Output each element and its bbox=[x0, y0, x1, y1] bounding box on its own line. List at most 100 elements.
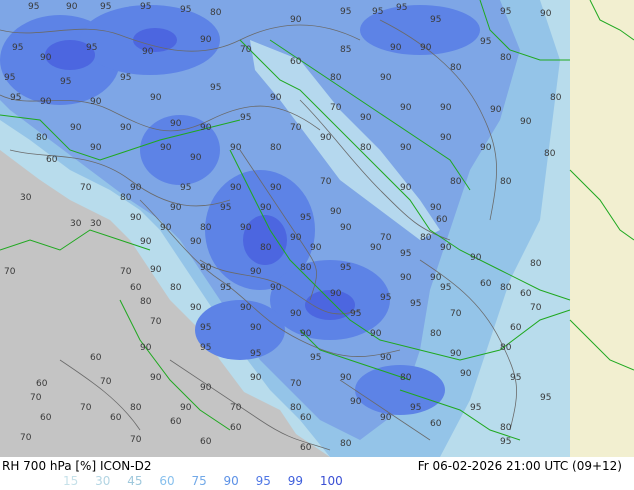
svg-text:80: 80 bbox=[450, 177, 462, 187]
svg-text:90: 90 bbox=[290, 233, 302, 243]
svg-text:95: 95 bbox=[340, 7, 351, 17]
svg-text:80: 80 bbox=[420, 233, 432, 243]
svg-text:90: 90 bbox=[250, 267, 262, 277]
svg-text:70: 70 bbox=[290, 123, 302, 133]
svg-text:90: 90 bbox=[200, 383, 212, 393]
svg-text:90: 90 bbox=[90, 143, 102, 153]
svg-text:90: 90 bbox=[440, 243, 452, 253]
svg-text:90: 90 bbox=[450, 349, 462, 359]
svg-text:80: 80 bbox=[260, 243, 272, 253]
svg-text:95: 95 bbox=[140, 2, 151, 12]
svg-text:90: 90 bbox=[170, 119, 182, 129]
svg-text:90: 90 bbox=[140, 237, 152, 247]
svg-text:60: 60 bbox=[110, 413, 122, 423]
svg-text:80: 80 bbox=[500, 53, 512, 63]
svg-text:90: 90 bbox=[430, 273, 442, 283]
svg-text:70: 70 bbox=[240, 45, 252, 55]
svg-text:90: 90 bbox=[400, 103, 412, 113]
svg-text:60: 60 bbox=[290, 57, 302, 67]
svg-text:90: 90 bbox=[490, 105, 502, 115]
svg-text:60: 60 bbox=[200, 437, 212, 447]
svg-text:60: 60 bbox=[510, 323, 522, 333]
svg-text:90: 90 bbox=[140, 343, 152, 353]
svg-text:95: 95 bbox=[86, 43, 97, 53]
svg-text:90: 90 bbox=[260, 203, 272, 213]
svg-text:95: 95 bbox=[500, 437, 511, 447]
svg-text:70: 70 bbox=[450, 309, 462, 319]
svg-text:90: 90 bbox=[150, 373, 162, 383]
svg-text:70: 70 bbox=[320, 177, 332, 187]
svg-text:80: 80 bbox=[500, 283, 512, 293]
svg-text:80: 80 bbox=[360, 143, 372, 153]
svg-text:80: 80 bbox=[550, 93, 562, 103]
valid-time: Fr 06-02-2026 21:00 UTC (09+12) bbox=[417, 459, 622, 473]
svg-text:90: 90 bbox=[190, 153, 202, 163]
svg-text:95: 95 bbox=[180, 5, 191, 15]
svg-text:90: 90 bbox=[400, 183, 412, 193]
svg-text:90: 90 bbox=[320, 133, 332, 143]
svg-text:80: 80 bbox=[140, 297, 152, 307]
svg-text:95: 95 bbox=[440, 283, 451, 293]
svg-text:80: 80 bbox=[530, 259, 542, 269]
svg-text:80: 80 bbox=[170, 283, 182, 293]
svg-text:90: 90 bbox=[142, 47, 154, 57]
svg-text:95: 95 bbox=[12, 43, 23, 53]
svg-text:80: 80 bbox=[544, 149, 556, 159]
svg-text:90: 90 bbox=[250, 373, 262, 383]
svg-text:70: 70 bbox=[120, 267, 132, 277]
svg-text:70: 70 bbox=[80, 403, 92, 413]
svg-text:60: 60 bbox=[300, 413, 312, 423]
legend-value: 100 bbox=[319, 474, 343, 488]
svg-text:90: 90 bbox=[270, 93, 282, 103]
legend-value: 30 bbox=[95, 474, 111, 488]
svg-text:70: 70 bbox=[530, 303, 542, 313]
svg-text:60: 60 bbox=[520, 289, 532, 299]
svg-text:90: 90 bbox=[270, 283, 282, 293]
legend-value: 75 bbox=[191, 474, 207, 488]
svg-text:30: 30 bbox=[70, 219, 82, 229]
svg-text:80: 80 bbox=[290, 403, 302, 413]
svg-text:80: 80 bbox=[200, 223, 212, 233]
svg-text:95: 95 bbox=[210, 83, 221, 93]
svg-text:95: 95 bbox=[250, 349, 261, 359]
svg-text:95: 95 bbox=[300, 213, 311, 223]
svg-text:90: 90 bbox=[330, 207, 342, 217]
svg-text:90: 90 bbox=[150, 93, 162, 103]
svg-text:90: 90 bbox=[200, 263, 212, 273]
svg-text:90: 90 bbox=[200, 35, 212, 45]
svg-text:90: 90 bbox=[340, 223, 352, 233]
svg-text:95: 95 bbox=[28, 2, 39, 12]
svg-text:95: 95 bbox=[400, 249, 411, 259]
svg-text:80: 80 bbox=[210, 8, 222, 18]
svg-text:95: 95 bbox=[350, 309, 361, 319]
svg-text:95: 95 bbox=[180, 183, 191, 193]
svg-text:90: 90 bbox=[90, 97, 102, 107]
svg-text:90: 90 bbox=[230, 143, 242, 153]
svg-text:90: 90 bbox=[430, 203, 442, 213]
svg-text:90: 90 bbox=[250, 323, 262, 333]
svg-text:60: 60 bbox=[230, 423, 242, 433]
svg-text:95: 95 bbox=[540, 393, 551, 403]
svg-text:95: 95 bbox=[200, 343, 211, 353]
svg-text:90: 90 bbox=[270, 183, 282, 193]
svg-text:90: 90 bbox=[170, 203, 182, 213]
rh-map: 95 90 95 95 95 809095 95 959595 959095 90 9070… bbox=[0, 0, 634, 457]
svg-text:90: 90 bbox=[160, 143, 172, 153]
svg-text:60: 60 bbox=[130, 283, 142, 293]
svg-text:30: 30 bbox=[90, 219, 102, 229]
svg-text:90: 90 bbox=[200, 123, 212, 133]
svg-text:80: 80 bbox=[36, 133, 48, 143]
svg-text:60: 60 bbox=[300, 443, 312, 453]
svg-text:90: 90 bbox=[120, 123, 132, 133]
svg-text:90: 90 bbox=[420, 43, 432, 53]
svg-text:85: 85 bbox=[340, 45, 351, 55]
footer: RH 700 hPa [%] ICON-D2 Fr 06-02-2026 21:… bbox=[0, 457, 634, 490]
svg-text:95: 95 bbox=[4, 73, 15, 83]
svg-text:95: 95 bbox=[310, 353, 321, 363]
svg-text:90: 90 bbox=[290, 309, 302, 319]
svg-text:95: 95 bbox=[340, 263, 351, 273]
svg-text:80: 80 bbox=[340, 439, 352, 449]
svg-text:80: 80 bbox=[300, 263, 312, 273]
svg-text:70: 70 bbox=[330, 103, 342, 113]
svg-text:70: 70 bbox=[80, 183, 92, 193]
